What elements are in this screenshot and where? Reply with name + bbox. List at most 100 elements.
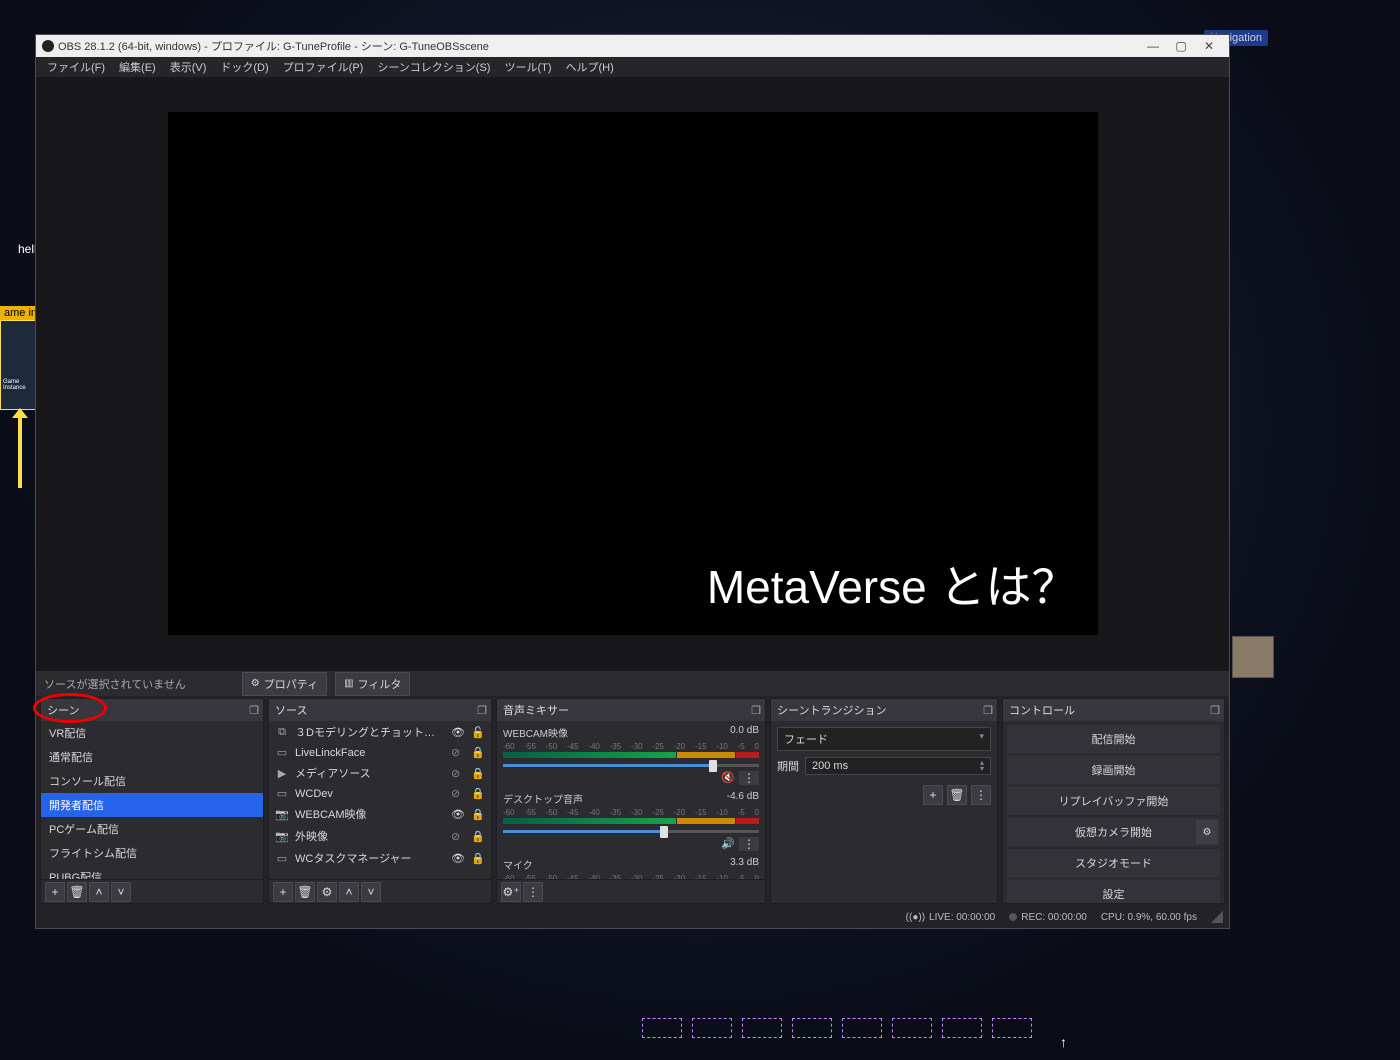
control-button[interactable]: 設定 <box>1007 880 1220 903</box>
mute-button[interactable]: 🔇 <box>721 771 735 785</box>
mixer-channel: マイク3.3 dB-60-55-50-45-40-35-30-25-20-15-… <box>503 857 759 879</box>
mixer-channel-menu[interactable]: ⋮ <box>739 837 759 851</box>
mixer-slider[interactable] <box>503 826 759 836</box>
menu-item-0[interactable]: ファイル(F) <box>40 57 112 77</box>
control-gear-button[interactable]: ⚙ <box>1196 820 1218 844</box>
resize-grip-icon[interactable] <box>1211 911 1223 923</box>
source-settings-button[interactable]: ⚙ <box>317 882 337 902</box>
popout-icon[interactable]: ❐ <box>477 704 487 717</box>
mixer-meter <box>503 818 759 824</box>
mixer-slider[interactable] <box>503 760 759 770</box>
control-label: 仮想カメラ開始 <box>1075 827 1152 839</box>
controls-dock: コントロール ❐ 配信開始録画開始リプレイバッファ開始仮想カメラ開始 ⚙ スタジオモ… <box>1002 698 1225 904</box>
transitions-header[interactable]: シーントランジション ❐ <box>771 699 997 721</box>
scene-up-button[interactable]: ˄ <box>89 882 109 902</box>
preview-canvas[interactable]: MetaVerse とは？ <box>168 112 1098 635</box>
preview-area[interactable]: MetaVerse とは？ <box>36 77 1229 670</box>
source-type-icon: 📷 <box>275 808 289 821</box>
remove-source-button[interactable]: 🗑 <box>295 882 315 902</box>
mixer-settings-button[interactable]: ⚙⁺ <box>501 882 521 902</box>
add-transition-button[interactable]: + <box>923 785 943 805</box>
source-type-icon: 📷 <box>275 830 289 843</box>
sources-footer: + 🗑 ⚙ ˄ ˅ <box>269 879 491 903</box>
lock-toggle-icon[interactable]: 🔒 <box>471 746 485 759</box>
transition-select[interactable]: フェード▾ <box>777 727 991 751</box>
source-down-button[interactable]: ˅ <box>361 882 381 902</box>
lock-toggle-icon[interactable]: 🔓 <box>471 726 485 739</box>
scene-item[interactable]: 開発者配信 <box>41 793 263 817</box>
lock-toggle-icon[interactable]: 🔒 <box>471 787 485 800</box>
scene-down-button[interactable]: ˅ <box>111 882 131 902</box>
menu-item-2[interactable]: 表示(V) <box>163 57 214 77</box>
menu-item-4[interactable]: プロファイル(P) <box>276 57 371 77</box>
popout-icon[interactable]: ❐ <box>249 704 259 717</box>
transition-menu-button[interactable]: ⋮ <box>971 785 991 805</box>
lock-toggle-icon[interactable]: 🔒 <box>471 808 485 821</box>
source-item[interactable]: ▭LiveLinckFace⊘🔒 <box>269 743 491 762</box>
spinner-arrows-icon[interactable]: ▴▾ <box>980 760 984 772</box>
mixer-channel: WEBCAM映像0.0 dB-60-55-50-45-40-35-30-25-2… <box>503 725 759 785</box>
source-type-icon: ▭ <box>275 746 289 759</box>
source-name: WCタスクマネージャー <box>295 850 445 866</box>
minimize-button[interactable]: — <box>1139 39 1167 53</box>
scene-item[interactable]: VR配信 <box>41 721 263 745</box>
visibility-toggle-icon[interactable]: 👁 <box>451 808 465 821</box>
controls-header[interactable]: コントロール ❐ <box>1003 699 1224 721</box>
visibility-toggle-icon[interactable]: ⊘ <box>451 830 465 843</box>
scene-item[interactable]: 通常配信 <box>41 745 263 769</box>
transitions-dock: シーントランジション ❐ フェード▾ 期間 200 ms▴▾ + 🗑 ⋮ <box>770 698 998 904</box>
popout-icon[interactable]: ❐ <box>983 704 993 717</box>
source-item[interactable]: ▭WCタスクマネージャー👁🔒 <box>269 847 491 869</box>
sources-header[interactable]: ソース ❐ <box>269 699 491 721</box>
scene-item[interactable]: PUBG配信 <box>41 865 263 879</box>
source-item[interactable]: 📷WEBCAM映像👁🔒 <box>269 803 491 825</box>
mixer-header[interactable]: 音声ミキサー ❐ <box>497 699 765 721</box>
gear-icon: ⚙ <box>251 678 260 689</box>
visibility-toggle-icon[interactable]: 👁 <box>451 726 465 739</box>
menu-item-6[interactable]: ツール(T) <box>497 57 558 77</box>
lock-toggle-icon[interactable]: 🔒 <box>471 852 485 865</box>
add-scene-button[interactable]: + <box>45 882 65 902</box>
menu-item-3[interactable]: ドック(D) <box>213 57 275 77</box>
control-button[interactable]: 録画開始 <box>1007 756 1220 784</box>
scene-item[interactable]: PCゲーム配信 <box>41 817 263 841</box>
lock-toggle-icon[interactable]: 🔒 <box>471 767 485 780</box>
scene-item[interactable]: コンソール配信 <box>41 769 263 793</box>
menu-item-7[interactable]: ヘルプ(H) <box>559 57 621 77</box>
sb-cpu: CPU: 0.9%, 60.00 fps <box>1101 912 1197 923</box>
source-item[interactable]: ▭WCDev⊘🔒 <box>269 784 491 803</box>
control-button[interactable]: 仮想カメラ開始 ⚙ <box>1007 818 1220 846</box>
visibility-toggle-icon[interactable]: ⊘ <box>451 787 465 800</box>
source-item[interactable]: 📷外映像⊘🔒 <box>269 825 491 847</box>
control-button[interactable]: 配信開始 <box>1007 725 1220 753</box>
menu-item-1[interactable]: 編集(E) <box>112 57 163 77</box>
mute-button[interactable]: 🔊 <box>721 837 735 851</box>
remove-transition-button[interactable]: 🗑 <box>947 785 967 805</box>
popout-icon[interactable]: ❐ <box>1210 704 1220 717</box>
visibility-toggle-icon[interactable]: ⊘ <box>451 746 465 759</box>
filters-button[interactable]: ▥フィルタ <box>335 672 410 696</box>
control-button[interactable]: スタジオモード <box>1007 849 1220 877</box>
close-button[interactable]: ✕ <box>1195 39 1223 53</box>
mixer-menu-button[interactable]: ⋮ <box>523 882 543 902</box>
visibility-toggle-icon[interactable]: 👁 <box>451 852 465 865</box>
popout-icon[interactable]: ❐ <box>751 704 761 717</box>
mixer-channel-menu[interactable]: ⋮ <box>739 771 759 785</box>
source-item[interactable]: ⧉３Dモデリングとチョットだけゲームエンジ👁🔓 <box>269 721 491 743</box>
duration-spinner[interactable]: 200 ms▴▾ <box>805 757 991 775</box>
source-up-button[interactable]: ˄ <box>339 882 359 902</box>
source-toolbar: ソースが選択されていません ⚙プロパティ ▥フィルタ <box>36 670 1229 696</box>
scene-item[interactable]: フライトシム配信 <box>41 841 263 865</box>
menu-item-5[interactable]: シーンコレクション(S) <box>370 57 497 77</box>
remove-scene-button[interactable]: 🗑 <box>67 882 87 902</box>
filter-icon: ▥ <box>344 678 353 689</box>
scenes-header[interactable]: シーン ❐ <box>41 699 263 721</box>
lock-toggle-icon[interactable]: 🔒 <box>471 830 485 843</box>
control-button[interactable]: リプレイバッファ開始 <box>1007 787 1220 815</box>
source-item[interactable]: ▶メディアソース⊘🔒 <box>269 762 491 784</box>
maximize-button[interactable]: ▢ <box>1167 39 1195 53</box>
properties-button[interactable]: ⚙プロパティ <box>242 672 327 696</box>
add-source-button[interactable]: + <box>273 882 293 902</box>
titlebar[interactable]: OBS 28.1.2 (64-bit, windows) - プロファイル: G… <box>36 35 1229 57</box>
visibility-toggle-icon[interactable]: ⊘ <box>451 767 465 780</box>
